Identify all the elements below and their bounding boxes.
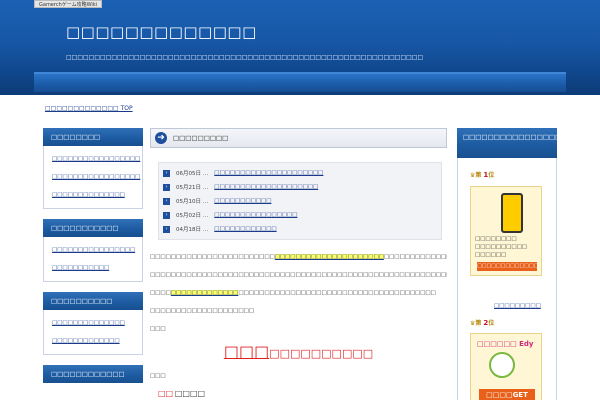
- paragraph: □□□□□□□□□□□□□□□□□□□□: [150, 308, 254, 314]
- sidebar-heading: □□□□□□□□□□□: [43, 219, 143, 237]
- breadcrumb-top-link[interactable]: □□□□□□□□□□□□□ TOP: [45, 105, 133, 112]
- news-date: 04月18日 …: [176, 227, 209, 233]
- news-date: 05月10日 …: [176, 199, 209, 205]
- big-red-strong: □□□: [223, 342, 270, 361]
- right-sidebar: □□□□□□□□□□□□□□□□□□□□□□□□↓ ♛第1位 □□□□□□□□ …: [457, 128, 600, 400]
- sidebar-link[interactable]: □□□□□□□□□□□□□□□□: [52, 241, 135, 259]
- ad-link[interactable]: □□□□□□□□□: [494, 303, 541, 309]
- rank-label: 第: [475, 320, 482, 327]
- text: □□□□: [174, 389, 206, 398]
- arrow-bullet-icon: ›: [163, 183, 170, 191]
- sidebar-link[interactable]: □□□□□□□□□□□□□□□□□: [52, 168, 140, 186]
- highlight-link[interactable]: □□□□□□□□□□□□□: [170, 290, 239, 296]
- sidebar-heading: □□□□□□□□□□□□: [43, 365, 143, 383]
- header-band: [34, 72, 566, 92]
- sidebar-box: □□□□□□□□□□ □□□□□□□□□□□□□□ □□□□□□□□□□□□□: [43, 292, 143, 355]
- paragraph: □□□: [150, 326, 166, 332]
- site-tag[interactable]: Gamerchゲーム攻略Wiki: [34, 0, 103, 8]
- red-text: □□: [158, 389, 174, 398]
- highlight-link[interactable]: □□□□□□□□□□□□□□□□□□□□□: [274, 254, 384, 260]
- news-item: › 06月05日 … □□□□□□□□□□□□□□□□□□□□□: [163, 166, 437, 180]
- sidebar-box: □□□□□□□□□□□ □□□□□□□□□□□□□□□□ □□□□□□□□□□□: [43, 219, 143, 282]
- ad-button[interactable]: □□□□GET: [479, 389, 535, 400]
- news-date: 06月05日 …: [176, 171, 209, 177]
- arrow-bullet-icon: ›: [163, 197, 170, 205]
- ad-text: □□□□□□□□ □□□□□□□□□□ □□□□□□: [475, 236, 527, 258]
- content-heading: □□□□□□□□□: [173, 134, 229, 142]
- text: □□□□□□□□□□□□□□□□□□□□□□□□□□□□□□□□□□□□□□: [238, 290, 436, 296]
- mascot-icon: [489, 352, 515, 378]
- text: □□□□□□□□□□□□□□□□□□□□□□□□: [150, 254, 275, 260]
- paragraph: □□ □□□□: [150, 389, 447, 400]
- news-item: › 04月18日 … □□□□□□□□□□□□: [163, 222, 437, 236]
- sidebar-body: □□□□□□□□□□□□□□ □□□□□□□□□□□□□: [43, 310, 143, 355]
- rank-1-badge: ♛第 1位: [470, 170, 494, 179]
- arrow-bullet-icon: ›: [163, 225, 170, 233]
- sidebar-link[interactable]: □□□□□□□□□□□: [52, 259, 134, 277]
- news-date: 05月21日 …: [176, 185, 209, 191]
- news-date: 05月02日 …: [176, 213, 209, 219]
- text: □□□□: [150, 290, 171, 296]
- sidebar-link[interactable]: □□□□□□□□□□□□□□: [52, 186, 134, 204]
- sidebar-box: □□□□□□□□□□□□: [43, 365, 143, 383]
- sidebar-box: □□□□□□□□ □□□□□□□□□□□□□□□□□ □□□□□□□□□□□□□…: [43, 128, 143, 209]
- arrow-bullet-icon: ›: [163, 211, 170, 219]
- rank-suffix: 位: [488, 320, 495, 327]
- sidebar-link[interactable]: □□□□□□□□□□□□□: [52, 332, 134, 350]
- news-link[interactable]: □□□□□□□□□□□□□□□□□□□□□: [214, 170, 323, 176]
- ranking-box: ♛第 1位 □□□□□□□□ □□□□□□□□□□ □□□□□□ □□□□□□□□…: [457, 158, 557, 400]
- site-header: Gamerchゲーム攻略Wiki □□□□□□□□□□□□□ □□□□□□□□□…: [0, 0, 600, 95]
- news-item: › 05月21日 … □□□□□□□□□□□□□□□□□□□□: [163, 180, 437, 194]
- news-item: › 05月02日 … □□□□□□□□□□□□□□□□: [163, 208, 437, 222]
- sidebar-link[interactable]: □□□□□□□□□□□□□□: [52, 314, 134, 332]
- rank-label: 第: [475, 172, 482, 179]
- sidebar-heading: □□□□□□□□: [43, 128, 143, 146]
- news-item: › 05月10日 … □□□□□□□□□□□: [163, 194, 437, 208]
- site-title[interactable]: □□□□□□□□□□□□□: [66, 23, 257, 41]
- paragraph: □□□□□□□□□□□□□□□□□□□□□□□□□□□□□□□□□□□□□□□□…: [150, 272, 447, 278]
- ad-banner-2[interactable]: □□□□□□ Edy □□□□GET: [470, 333, 542, 400]
- news-link[interactable]: □□□□□□□□□□□□□□□□: [214, 212, 297, 218]
- news-link[interactable]: □□□□□□□□□□□□: [214, 226, 276, 232]
- ad-button[interactable]: □□□□□□□□□□□□□: [477, 262, 538, 271]
- sidebar-heading: □□□□□□□□□□: [43, 292, 143, 310]
- main-content: ➜ □□□□□□□□□ › 06月05日 … □□□□□□□□□□□□□□□□□…: [150, 128, 447, 400]
- arrow-bullet-icon: ›: [163, 169, 170, 177]
- rank-2-badge: ♛第 2位: [470, 318, 494, 327]
- news-link[interactable]: □□□□□□□□□□□□□□□□□□□□: [214, 184, 318, 190]
- breadcrumb: □□□□□□□□□□□□□ TOP: [45, 105, 133, 112]
- big-red-heading: □□□□□□□□□□□□□: [150, 342, 447, 361]
- ad-banner-1[interactable]: □□□□□□□□ □□□□□□□□□□ □□□□□□ □□□□□□□□□□□□□: [470, 186, 542, 276]
- article-body: □□□□□□□□□□□□□□□□□□□□□□□□□□□□□□□□□□□□□□□□…: [150, 252, 447, 400]
- site-description: □□□□□□□□□□□□□□□□□□□□□□□□□□□□□□□□□□□□□□□□…: [66, 54, 424, 61]
- content-heading-bar: ➜ □□□□□□□□□: [150, 128, 447, 148]
- rank-suffix: 位: [488, 172, 495, 179]
- sidebar-link[interactable]: □□□□□□□□□□□□□□□□□: [52, 150, 140, 168]
- left-sidebar: □□□□□□□□ □□□□□□□□□□□□□□□□□ □□□□□□□□□□□□□…: [43, 128, 143, 393]
- news-list: › 06月05日 … □□□□□□□□□□□□□□□□□□□□□ › 05月21…: [158, 162, 442, 240]
- news-link[interactable]: □□□□□□□□□□□: [214, 198, 271, 204]
- arrow-right-icon: ➜: [155, 132, 167, 144]
- paragraph: □□□□□□□□□□□□□□□□□□□□□□□□□□□□□□□□□□□□□□□□…: [150, 252, 447, 262]
- ad-text: □□□□□□ Edy: [477, 340, 534, 348]
- sidebar-body: □□□□□□□□□□□□□□□□□ □□□□□□□□□□□□□□□□□ □□□□…: [43, 146, 143, 209]
- big-red-text: □□□□□□□□□□: [269, 347, 374, 360]
- right-sidebar-heading: □□□□□□□□□□□□□□□□□□□□□□□□↓: [457, 128, 600, 158]
- smartphone-icon: [501, 193, 523, 233]
- paragraph: □□□: [150, 373, 166, 379]
- text: □□□□□□□□□□□□□□□□□□□□□: [383, 254, 447, 260]
- sidebar-body: □□□□□□□□□□□□□□□□ □□□□□□□□□□□: [43, 237, 143, 282]
- paragraph: □□□□□□□□□□□□□□□□□□□□□□□□□□□□□□□□□□□□□□□□…: [150, 288, 447, 298]
